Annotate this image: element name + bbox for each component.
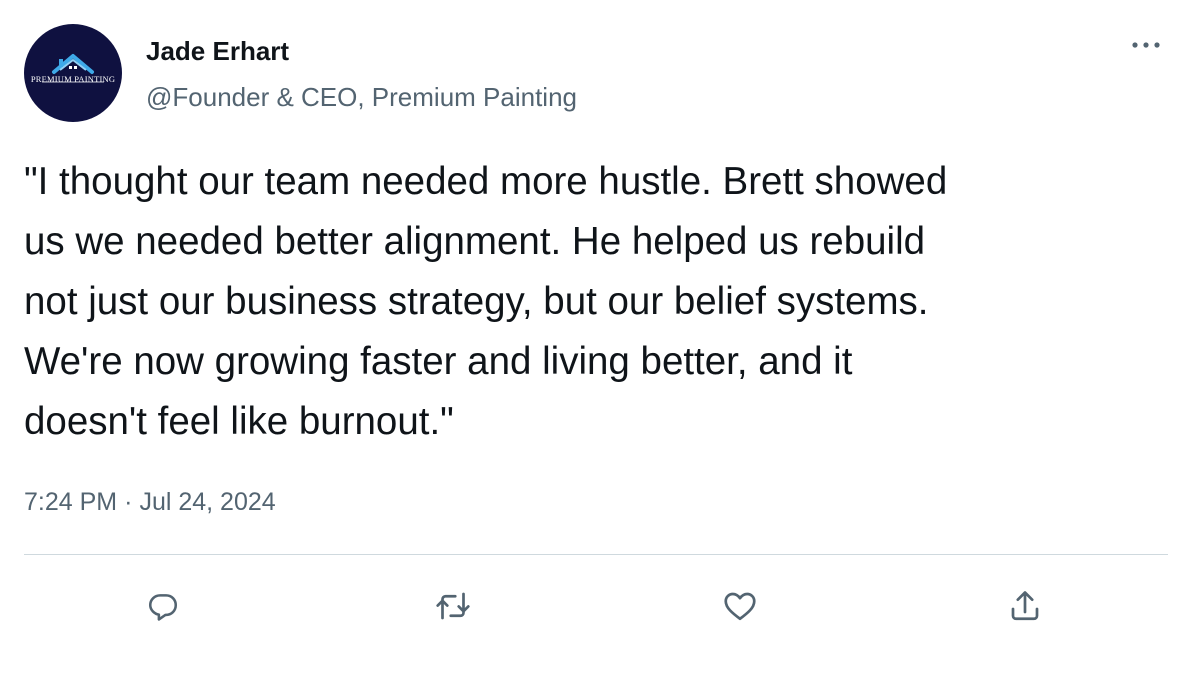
timestamp-separator: ·	[124, 488, 133, 516]
share-button[interactable]	[1003, 584, 1047, 628]
tweet-date: Jul 24, 2024	[139, 488, 276, 516]
reply-icon	[148, 594, 178, 621]
share-icon	[1011, 591, 1039, 621]
avatar-logo-text: PREMIUM PAINTING	[30, 74, 116, 84]
more-options-button[interactable]	[1124, 30, 1168, 60]
like-button[interactable]	[718, 584, 762, 628]
tweet-time: 7:24 PM	[24, 488, 118, 516]
house-logo-icon	[42, 54, 104, 83]
user-handle[interactable]: @Founder & CEO, Premium Painting	[146, 82, 577, 113]
heart-icon	[724, 592, 756, 621]
retweet-button[interactable]	[431, 584, 475, 628]
reply-button[interactable]	[141, 584, 185, 628]
tweet-text: "I thought our team needed more hustle. …	[24, 160, 948, 443]
divider	[24, 554, 1168, 555]
display-name[interactable]: Jade Erhart	[146, 36, 289, 67]
avatar[interactable]: PREMIUM PAINTING	[24, 24, 122, 122]
more-horizontal-icon	[1132, 42, 1160, 48]
tweet-card: PREMIUM PAINTING Jade Erhart @Founder & …	[0, 0, 1192, 678]
tweet-timestamp[interactable]: 7:24 PM · Jul 24, 2024	[24, 488, 276, 517]
retweet-icon	[436, 592, 470, 620]
